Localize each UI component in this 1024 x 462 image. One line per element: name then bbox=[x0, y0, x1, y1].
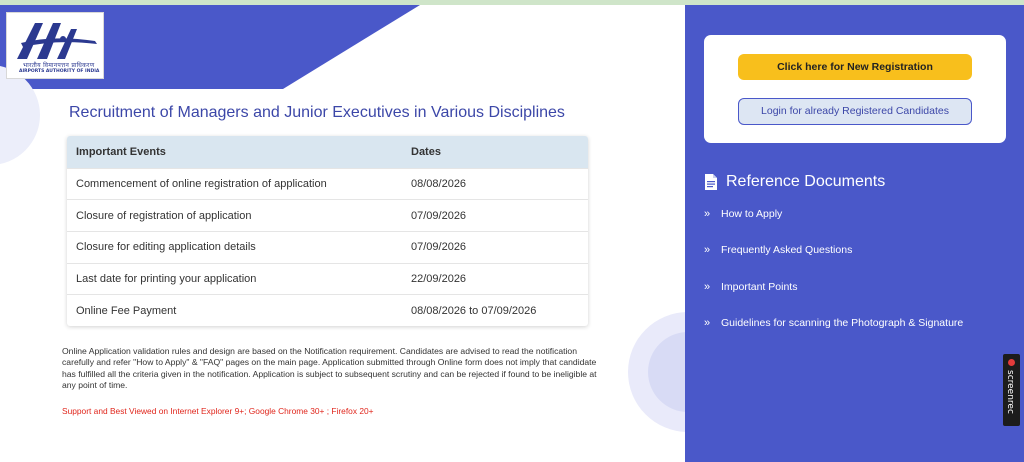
validation-notice: Online Application validation rules and … bbox=[62, 346, 597, 391]
table-row: Closure of registration of application 0… bbox=[67, 199, 588, 232]
aai-logo[interactable]: भारतीय विमानपत्तन प्राधिकरण AIRPORTS AUT… bbox=[6, 12, 104, 79]
reference-documents-heading: Reference Documents bbox=[704, 173, 885, 191]
document-icon bbox=[705, 174, 717, 190]
new-registration-button[interactable]: Click here for New Registration bbox=[738, 54, 972, 80]
header-important-events: Important Events bbox=[67, 136, 411, 168]
decorative-circle bbox=[628, 312, 685, 432]
event-date: 07/09/2026 bbox=[411, 199, 588, 232]
reference-link-faq[interactable]: » Frequently Asked Questions bbox=[704, 244, 963, 280]
double-chevron-right-icon: » bbox=[704, 316, 711, 329]
registration-card: Click here for New Registration Login fo… bbox=[704, 35, 1006, 143]
login-registered-button[interactable]: Login for already Registered Candidates bbox=[738, 98, 972, 125]
reference-link-how-to-apply[interactable]: » How to Apply bbox=[704, 208, 963, 244]
header-dates: Dates bbox=[411, 136, 588, 168]
event-name: Last date for printing your application bbox=[67, 262, 411, 295]
double-chevron-right-icon: » bbox=[704, 280, 711, 293]
double-chevron-right-icon: » bbox=[704, 244, 711, 257]
event-name: Online Fee Payment bbox=[67, 294, 411, 327]
event-name: Commencement of online registration of a… bbox=[67, 167, 411, 200]
page-title: Recruitment of Managers and Junior Execu… bbox=[69, 104, 565, 121]
browser-support-note: Support and Best Viewed on Internet Expl… bbox=[62, 406, 374, 416]
record-dot-icon bbox=[1008, 359, 1015, 366]
double-chevron-right-icon: » bbox=[704, 208, 711, 220]
event-name: Closure for editing application details bbox=[67, 230, 411, 264]
reference-link-scanning-guidelines[interactable]: » Guidelines for scanning the Photograph… bbox=[704, 317, 963, 353]
reference-link-label[interactable]: Important Points bbox=[721, 281, 797, 294]
important-events-table: Important Events Dates Commencement of o… bbox=[67, 136, 588, 327]
reference-link-label[interactable]: Guidelines for scanning the Photograph &… bbox=[721, 317, 963, 330]
table-row: Last date for printing your application … bbox=[67, 262, 588, 295]
aai-emblem-icon bbox=[17, 23, 97, 59]
event-date: 22/09/2026 bbox=[411, 262, 588, 295]
reference-documents-list: » How to Apply » Frequently Asked Questi… bbox=[704, 208, 963, 353]
reference-documents-title: Reference Documents bbox=[726, 173, 886, 190]
table-header-row: Important Events Dates bbox=[67, 136, 588, 168]
table-row: Closure for editing application details … bbox=[67, 230, 588, 264]
table-row: Commencement of online registration of a… bbox=[67, 167, 588, 200]
right-panel: Click here for New Registration Login fo… bbox=[685, 5, 1024, 462]
table-row: Online Fee Payment 08/08/2026 to 07/09/2… bbox=[67, 294, 588, 327]
reference-link-label[interactable]: How to Apply bbox=[721, 208, 782, 221]
main-content: भारतीय विमानपत्तन प्राधिकरण AIRPORTS AUT… bbox=[0, 5, 685, 462]
reference-link-important-points[interactable]: » Important Points bbox=[704, 281, 963, 317]
screenrec-widget[interactable]: screenrec bbox=[1003, 354, 1020, 426]
event-date: 08/08/2026 to 07/09/2026 bbox=[411, 294, 588, 327]
reference-link-label[interactable]: Frequently Asked Questions bbox=[721, 244, 852, 257]
event-name: Closure of registration of application bbox=[67, 199, 411, 232]
event-date: 07/09/2026 bbox=[411, 230, 588, 264]
logo-hindi-text: भारतीय विमानपत्तन प्राधिकरण bbox=[23, 62, 95, 69]
screenrec-label: screenrec bbox=[1005, 370, 1015, 414]
logo-english-text: AIRPORTS AUTHORITY OF INDIA bbox=[19, 69, 100, 74]
event-date: 08/08/2026 bbox=[411, 167, 588, 200]
